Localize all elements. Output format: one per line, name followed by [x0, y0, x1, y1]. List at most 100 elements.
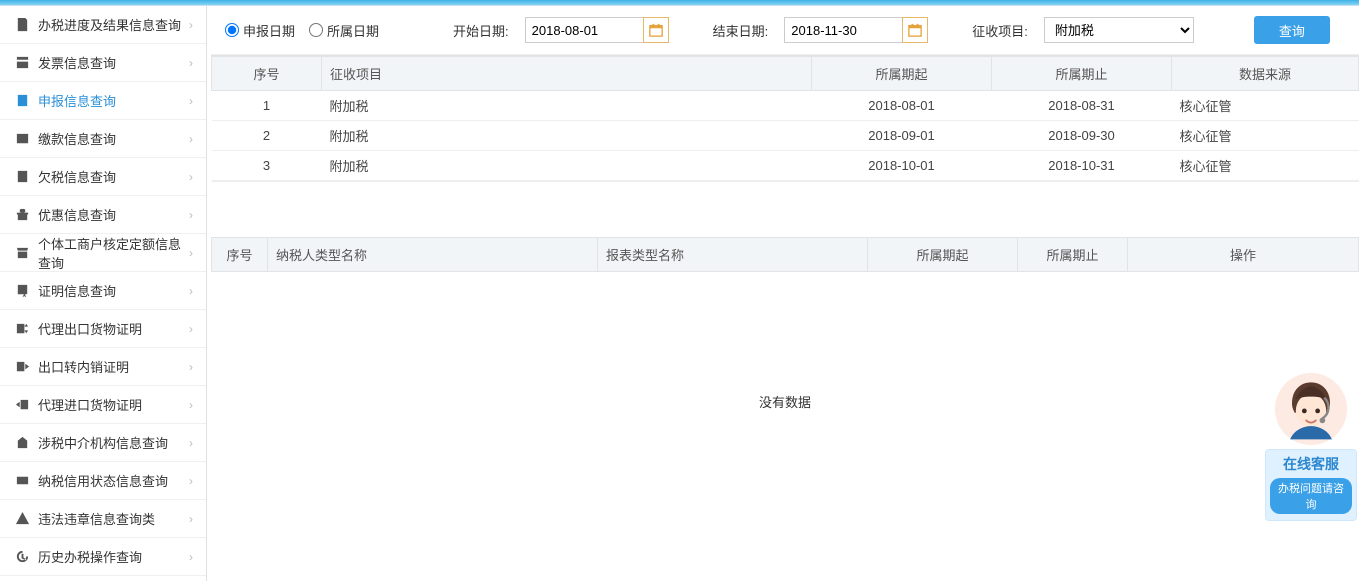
cell-item: 附加税	[322, 151, 812, 181]
sidebar-label: 出口转内销证明	[38, 357, 186, 376]
sidebar-label: 办税进度及结果信息查询	[38, 15, 186, 34]
start-date-label: 开始日期:	[453, 21, 509, 40]
results-table: 序号 征收项目 所属期起 所属期止 数据来源 1 附加税 2018-08-01 …	[211, 56, 1359, 181]
cs-title: 在线客服	[1270, 454, 1352, 474]
sidebar-item-individual-biz[interactable]: 个体工商户核定定额信息查询 ›	[0, 234, 206, 272]
col-from: 所属期起	[868, 238, 1018, 272]
sidebar-item-violation[interactable]: 违法违章信息查询类 ›	[0, 500, 206, 538]
warning-icon	[14, 511, 30, 527]
chevron-right-icon: ›	[186, 552, 196, 562]
sidebar-label: 代理出口货物证明	[38, 319, 186, 338]
declaration-icon	[14, 93, 30, 109]
building-icon	[14, 435, 30, 451]
chevron-right-icon: ›	[186, 400, 196, 410]
chevron-right-icon: ›	[186, 362, 196, 372]
radio-period-date[interactable]: 所属日期	[309, 21, 379, 40]
sidebar-item-invoice[interactable]: 发票信息查询 ›	[0, 44, 206, 82]
col-to: 所属期止	[1018, 238, 1128, 272]
sidebar-label: 发票信息查询	[38, 53, 186, 72]
chevron-right-icon: ›	[186, 96, 196, 106]
owe-icon	[14, 169, 30, 185]
radio-declare-date[interactable]: 申报日期	[225, 21, 295, 40]
cell-to: 2018-08-31	[992, 91, 1172, 121]
query-button[interactable]: 查询	[1254, 16, 1330, 44]
detail-table: 序号 纳税人类型名称 报表类型名称 所属期起 所属期止 操作	[211, 237, 1359, 272]
cell-seq: 1	[212, 91, 322, 121]
radio-declare-date-input[interactable]	[225, 23, 239, 37]
sidebar-item-declaration[interactable]: 申报信息查询 ›	[0, 82, 206, 120]
chevron-right-icon: ›	[186, 438, 196, 448]
chevron-right-icon: ›	[186, 58, 196, 68]
filter-bar: 申报日期 所属日期 开始日期: 结束日期: 征收项目:	[211, 6, 1359, 55]
import-icon	[14, 397, 30, 413]
chevron-right-icon: ›	[186, 134, 196, 144]
sidebar-item-tax-progress[interactable]: 办税进度及结果信息查询 ›	[0, 6, 206, 44]
chevron-right-icon: ›	[186, 476, 196, 486]
chevron-right-icon: ›	[186, 172, 196, 182]
transfer-icon	[14, 359, 30, 375]
col-to: 所属期止	[992, 57, 1172, 91]
end-date-label: 结束日期:	[713, 21, 769, 40]
cell-item: 附加税	[322, 121, 812, 151]
gift-icon	[14, 207, 30, 223]
table-row[interactable]: 3 附加税 2018-10-01 2018-10-31 核心征管	[212, 151, 1359, 181]
sidebar-label: 申报信息查询	[38, 91, 186, 110]
calendar-icon[interactable]	[902, 17, 928, 43]
sidebar-label: 涉税中介机构信息查询	[38, 433, 186, 452]
collect-item-label: 征收项目:	[972, 21, 1028, 40]
sidebar-item-tax-agency[interactable]: 涉税中介机构信息查询 ›	[0, 424, 206, 462]
results-table-wrap: 序号 征收项目 所属期起 所属期止 数据来源 1 附加税 2018-08-01 …	[211, 55, 1359, 181]
cell-to: 2018-10-31	[992, 151, 1172, 181]
col-taxpayer: 纳税人类型名称	[268, 238, 598, 272]
section-gap	[211, 181, 1359, 237]
sidebar-label: 违法违章信息查询类	[38, 509, 186, 528]
doc-search-icon	[14, 17, 30, 33]
cell-seq: 3	[212, 151, 322, 181]
payment-icon	[14, 131, 30, 147]
radio-period-date-input[interactable]	[309, 23, 323, 37]
col-seq: 序号	[212, 57, 322, 91]
chevron-right-icon: ›	[186, 286, 196, 296]
cert-icon	[14, 283, 30, 299]
history-icon	[14, 549, 30, 565]
cell-seq: 2	[212, 121, 322, 151]
sidebar-item-import-agent[interactable]: 代理进口货物证明 ›	[0, 386, 206, 424]
chevron-right-icon: ›	[186, 20, 196, 30]
end-date-input[interactable]	[784, 17, 902, 43]
collect-item-select[interactable]: 附加税	[1044, 17, 1194, 43]
cell-to: 2018-09-30	[992, 121, 1172, 151]
sidebar-label: 证明信息查询	[38, 281, 186, 300]
start-date-input[interactable]	[525, 17, 643, 43]
sidebar-item-export-agent[interactable]: 代理出口货物证明 ›	[0, 310, 206, 348]
sidebar-label: 历史办税操作查询	[38, 547, 186, 566]
cell-source: 核心征管	[1172, 121, 1359, 151]
sidebar-item-payment[interactable]: 缴款信息查询 ›	[0, 120, 206, 158]
sidebar-item-history[interactable]: 历史办税操作查询 ›	[0, 538, 206, 576]
col-report: 报表类型名称	[598, 238, 868, 272]
sidebar-label: 缴款信息查询	[38, 129, 186, 148]
sidebar-label: 代理进口货物证明	[38, 395, 186, 414]
sidebar-item-credit-status[interactable]: 纳税信用状态信息查询 ›	[0, 462, 206, 500]
sidebar-item-owe-tax[interactable]: 欠税信息查询 ›	[0, 158, 206, 196]
col-action: 操作	[1128, 238, 1359, 272]
sidebar-label: 欠税信息查询	[38, 167, 186, 186]
cs-avatar-icon	[1273, 371, 1349, 447]
table-row[interactable]: 1 附加税 2018-08-01 2018-08-31 核心征管	[212, 91, 1359, 121]
credit-icon	[14, 473, 30, 489]
cell-from: 2018-09-01	[812, 121, 992, 151]
sidebar-item-preferential[interactable]: 优惠信息查询 ›	[0, 196, 206, 234]
sidebar-label: 纳税信用状态信息查询	[38, 471, 186, 490]
customer-service-widget[interactable]: 在线客服 办税问题请咨询	[1265, 371, 1357, 521]
calendar-icon[interactable]	[643, 17, 669, 43]
col-item: 征收项目	[322, 57, 812, 91]
sidebar-item-cert[interactable]: 证明信息查询 ›	[0, 272, 206, 310]
radio-label: 申报日期	[243, 21, 295, 40]
shop-icon	[14, 245, 30, 261]
sidebar-label: 优惠信息查询	[38, 205, 186, 224]
main-content: 申报日期 所属日期 开始日期: 结束日期: 征收项目:	[207, 6, 1359, 581]
invoice-icon	[14, 55, 30, 71]
table-row[interactable]: 2 附加税 2018-09-01 2018-09-30 核心征管	[212, 121, 1359, 151]
sidebar-item-export-domestic[interactable]: 出口转内销证明 ›	[0, 348, 206, 386]
cell-item: 附加税	[322, 91, 812, 121]
cs-consult-button[interactable]: 办税问题请咨询	[1270, 478, 1352, 514]
